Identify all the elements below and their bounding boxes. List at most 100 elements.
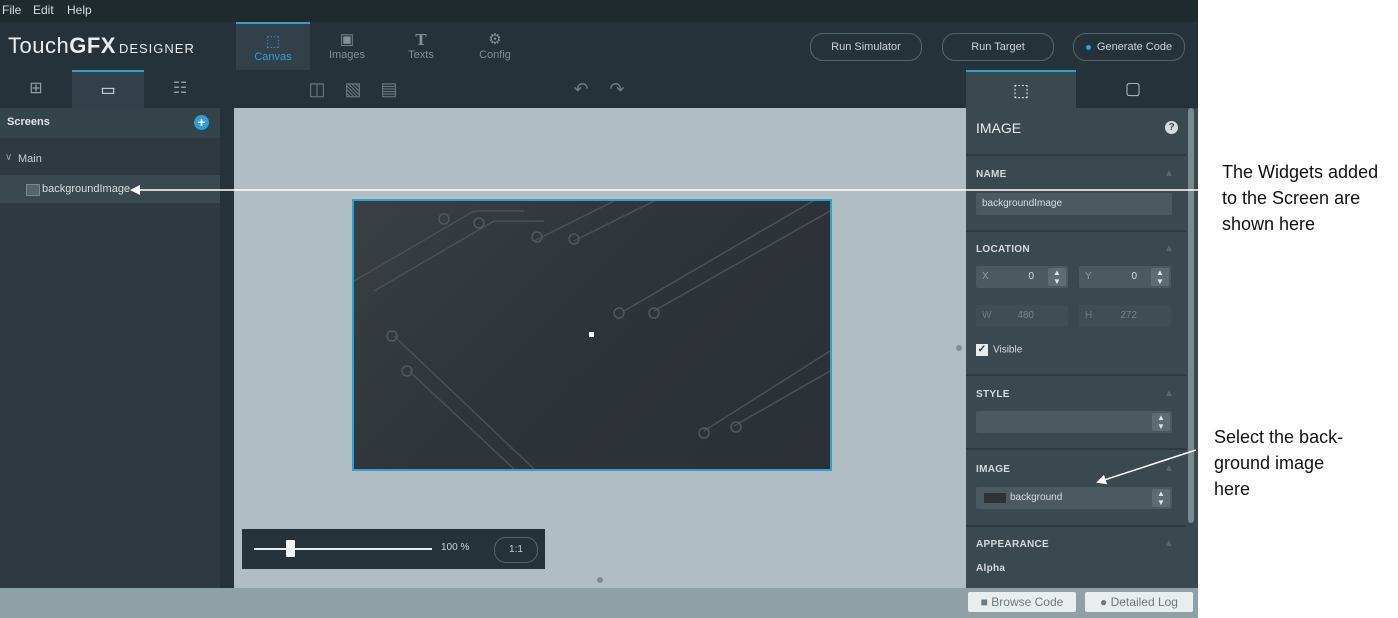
widget-type-title: IMAGE — [976, 120, 1022, 136]
divider — [966, 448, 1186, 450]
screen-select-icon: ▭ — [100, 82, 116, 99]
group-icon[interactable]: ▤ — [378, 78, 400, 100]
tab-images[interactable]: ▣ Images — [310, 22, 384, 70]
logo-gfx: GFX — [69, 33, 116, 58]
menu-help[interactable]: Help — [67, 3, 92, 17]
select-arrows-icon[interactable]: ▲ ▼ — [1152, 489, 1170, 507]
y-value: 0 — [1131, 271, 1137, 282]
logo-touch: Touch — [8, 33, 70, 58]
properties-tab[interactable]: ⬚ — [966, 70, 1076, 108]
selection-center-handle[interactable] — [589, 332, 594, 337]
visible-checkbox[interactable]: ✓ Visible — [976, 344, 1022, 356]
logo-designer: DESIGNER — [118, 41, 195, 56]
name-value: backgroundImage — [982, 198, 1063, 209]
image-annotation: Select the back- ground image here — [1214, 424, 1343, 502]
chevron-down-icon[interactable]: ∨ — [5, 152, 12, 163]
widgets-annotation-line: shown here — [1222, 214, 1316, 234]
location-section-header: LOCATION — [976, 244, 1030, 255]
x-label: X — [982, 271, 989, 282]
status-dot-icon — [1085, 44, 1091, 50]
add-widget-tab[interactable]: ⊞ — [0, 70, 72, 108]
y-input[interactable]: Y 0 ▲ ▼ — [1079, 266, 1171, 288]
detailed-log-button[interactable]: ● Detailed Log — [1085, 592, 1193, 612]
app-header: TouchGFX DESIGNER ⬚ Canvas ▣ Images T Tex… — [0, 22, 1198, 70]
chevron-up-icon[interactable]: ▲ — [1164, 538, 1174, 549]
interactions-tab[interactable]: ☷ — [144, 70, 216, 108]
name-section-header: NAME — [976, 169, 1007, 180]
canvas-resize-handle-right[interactable] — [956, 345, 962, 351]
widget-tree-panel: Screens + ∨ Main backgroundImage — [0, 108, 220, 588]
canvas-icon: ⬚ — [265, 33, 281, 50]
image-thumbnail — [984, 493, 1006, 503]
y-label: Y — [1085, 271, 1092, 282]
tree-view-tab[interactable]: ▭ — [72, 70, 144, 108]
tab-images-label: Images — [328, 49, 366, 61]
generate-code-button[interactable]: Generate Code — [1073, 33, 1185, 61]
status-bar: ■ Browse Code ● Detailed Log — [0, 588, 1198, 618]
name-input[interactable]: backgroundImage — [976, 193, 1172, 215]
run-target-button[interactable]: Run Target — [942, 33, 1054, 61]
generate-code-label: Generate Code — [1096, 41, 1173, 53]
image-widget-icon — [26, 184, 40, 196]
touchgfx-designer-window: File Edit Help TouchGFX DESIGNER ⬚ Canvas… — [0, 0, 1198, 618]
tab-canvas[interactable]: ⬚ Canvas — [236, 22, 310, 70]
widget-name: backgroundImage — [42, 183, 131, 195]
canvas-resize-handle-bottom[interactable] — [597, 577, 603, 583]
image-icon: ▣ — [339, 31, 355, 48]
x-input[interactable]: X 0 ▲ ▼ — [976, 266, 1068, 288]
background-image-widget[interactable] — [352, 199, 832, 471]
bring-front-icon[interactable]: ▧ — [342, 78, 364, 100]
x-stepper-icon[interactable]: ▲ ▼ — [1048, 268, 1066, 286]
reset-zoom-button[interactable]: 1:1 — [494, 537, 538, 563]
zoom-slider-track[interactable] — [254, 548, 432, 550]
divider — [966, 230, 1186, 232]
chevron-up-icon[interactable]: ▲ — [1164, 168, 1174, 179]
zoom-value: 100 % — [441, 542, 470, 553]
interactions-panel-tab[interactable]: ▢ — [1078, 70, 1188, 108]
add-widget-icon: ⊞ — [29, 80, 43, 97]
help-icon[interactable]: ? — [1165, 121, 1178, 134]
tab-canvas-label: Canvas — [254, 51, 292, 63]
chevron-up-icon[interactable]: ▲ — [1164, 243, 1174, 254]
zoom-control: 100 % 1:1 — [242, 529, 545, 569]
image-annotation-line: ground image — [1214, 453, 1325, 473]
properties-icon: ⬚ — [1012, 81, 1030, 100]
style-dropdown[interactable]: ▲ ▼ — [976, 411, 1172, 433]
sliders-icon: ☷ — [172, 80, 188, 97]
zoom-slider-thumb[interactable] — [285, 540, 295, 557]
tab-texts[interactable]: T Texts — [384, 22, 458, 70]
design-canvas[interactable]: 100 % 1:1 — [234, 108, 966, 588]
widgets-annotation-line: to the Screen are — [1222, 188, 1361, 208]
image-dropdown[interactable]: background ▲ ▼ — [976, 487, 1172, 509]
y-stepper-icon[interactable]: ▲ ▼ — [1151, 268, 1169, 286]
properties-scrollbar[interactable] — [1188, 108, 1194, 523]
tab-config-label: Config — [479, 49, 511, 61]
widgets-annotation-line: The Widgets added — [1222, 162, 1379, 182]
browse-code-label: Browse Code — [991, 595, 1064, 609]
w-label: W — [982, 310, 992, 321]
image-value: background — [1010, 492, 1063, 503]
select-arrows-icon[interactable]: ▲ ▼ — [1152, 413, 1170, 431]
panel-splitter[interactable] — [220, 108, 234, 588]
tab-config[interactable]: ⚙ Config — [458, 22, 532, 70]
menu-edit[interactable]: Edit — [33, 3, 54, 17]
chevron-up-icon[interactable]: ▲ — [1164, 463, 1174, 474]
h-label: H — [1085, 310, 1093, 321]
widget-item-backgroundimage[interactable]: backgroundImage — [0, 175, 220, 203]
menu-file[interactable]: File — [2, 3, 21, 17]
run-simulator-button[interactable]: Run Simulator — [810, 33, 922, 61]
browse-code-button[interactable]: ■ Browse Code — [968, 592, 1076, 612]
checkmark-icon: ✓ — [976, 344, 988, 356]
touchgfx-logo: TouchGFX DESIGNER — [8, 33, 195, 59]
alpha-label: Alpha — [976, 563, 1006, 574]
image-annotation-line: here — [1214, 479, 1251, 499]
screen-name: Main — [18, 153, 42, 165]
chevron-up-icon[interactable]: ▲ — [1164, 388, 1174, 399]
undo-icon[interactable]: ↶ — [570, 78, 592, 100]
screen-item-main[interactable]: ∨ Main — [0, 148, 220, 170]
style-section-header: STYLE — [976, 389, 1010, 400]
add-screen-button[interactable]: + — [194, 115, 209, 130]
redo-icon[interactable]: ↷ — [606, 78, 628, 100]
send-back-icon[interactable]: ◫ — [306, 78, 328, 100]
appearance-section-header: APPEARANCE — [976, 539, 1050, 550]
